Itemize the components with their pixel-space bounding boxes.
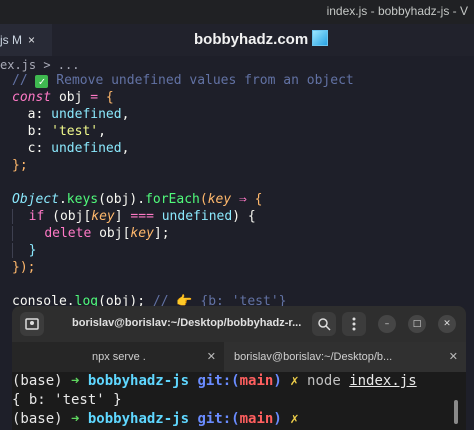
code-line: a: undefined, <box>12 107 130 122</box>
terminal-icon <box>25 318 39 330</box>
terminal-line: (base) ➜ bobbyhadz-js git:(main) ✗ <box>12 411 308 427</box>
close-icon[interactable]: ✕ <box>207 342 216 372</box>
code-line: if (obj[key] === undefined) { <box>12 208 472 225</box>
code-editor[interactable]: // ✓ Remove undefined values from an obj… <box>12 72 472 310</box>
minimize-button[interactable]: – <box>378 315 396 333</box>
search-icon <box>318 318 331 331</box>
tab-label: npx serve . <box>92 351 146 363</box>
code-line: } <box>12 242 472 259</box>
terminal-tab-serve[interactable]: npx serve . ✕ <box>12 342 224 372</box>
cube-icon <box>312 30 329 46</box>
terminal-output[interactable]: (base) ➜ bobbyhadz-js git:(main) ✗ node … <box>12 372 466 429</box>
terminal-line: (base) ➜ bobbyhadz-js git:(main) ✗ node … <box>12 373 417 389</box>
terminal-title: borislav@borislav:~/Desktop/bobbyhadz-r.… <box>72 317 302 329</box>
code-line: delete obj[key]; <box>12 225 472 242</box>
new-tab-button[interactable] <box>20 312 44 336</box>
window-title: index.js - bobbyhadz-js - V <box>326 4 468 18</box>
check-icon: ✓ <box>35 75 49 88</box>
code-line: Object.keys(obj).forEach(key ⇒ { <box>12 192 263 207</box>
editor-tab-index-js[interactable]: js M × <box>0 24 52 56</box>
terminal-tab-shell[interactable]: borislav@borislav:~/Desktop/b... ✕ <box>224 342 466 372</box>
code-line: // ✓ Remove undefined values from an obj… <box>12 73 354 88</box>
code-line: }; <box>12 158 28 173</box>
terminal-header: borislav@borislav:~/Desktop/bobbyhadz-r.… <box>12 306 466 342</box>
code-line: const obj = { <box>12 90 114 105</box>
code-line: c: undefined, <box>12 141 130 156</box>
code-line: }); <box>12 260 36 275</box>
window-titlebar: index.js - bobbyhadz-js - V <box>0 0 474 24</box>
breadcrumb[interactable]: ex.js > ... <box>0 58 79 72</box>
close-icon[interactable]: ✕ <box>449 342 458 372</box>
search-button[interactable] <box>312 312 336 336</box>
menu-button[interactable] <box>342 312 366 336</box>
terminal-scrollbar[interactable] <box>454 400 458 424</box>
close-icon[interactable]: × <box>28 33 35 47</box>
editor-tab-label: js M <box>0 33 22 47</box>
close-button[interactable]: ✕ <box>438 315 456 333</box>
brand-watermark: bobbyhadz.com <box>194 30 329 48</box>
menu-dots-icon <box>352 317 356 331</box>
terminal-line: { b: 'test' } <box>12 392 122 408</box>
minimize-icon: – <box>384 319 390 329</box>
terminal-window: borislav@borislav:~/Desktop/bobbyhadz-r.… <box>12 306 466 430</box>
maximize-icon: □ <box>412 319 422 329</box>
maximize-button[interactable]: □ <box>408 315 426 333</box>
close-icon: ✕ <box>443 319 451 329</box>
brand-text: bobbyhadz.com <box>194 31 309 48</box>
code-line: b: 'test', <box>12 124 106 139</box>
tab-label: borislav@borislav:~/Desktop/b... <box>234 351 393 363</box>
